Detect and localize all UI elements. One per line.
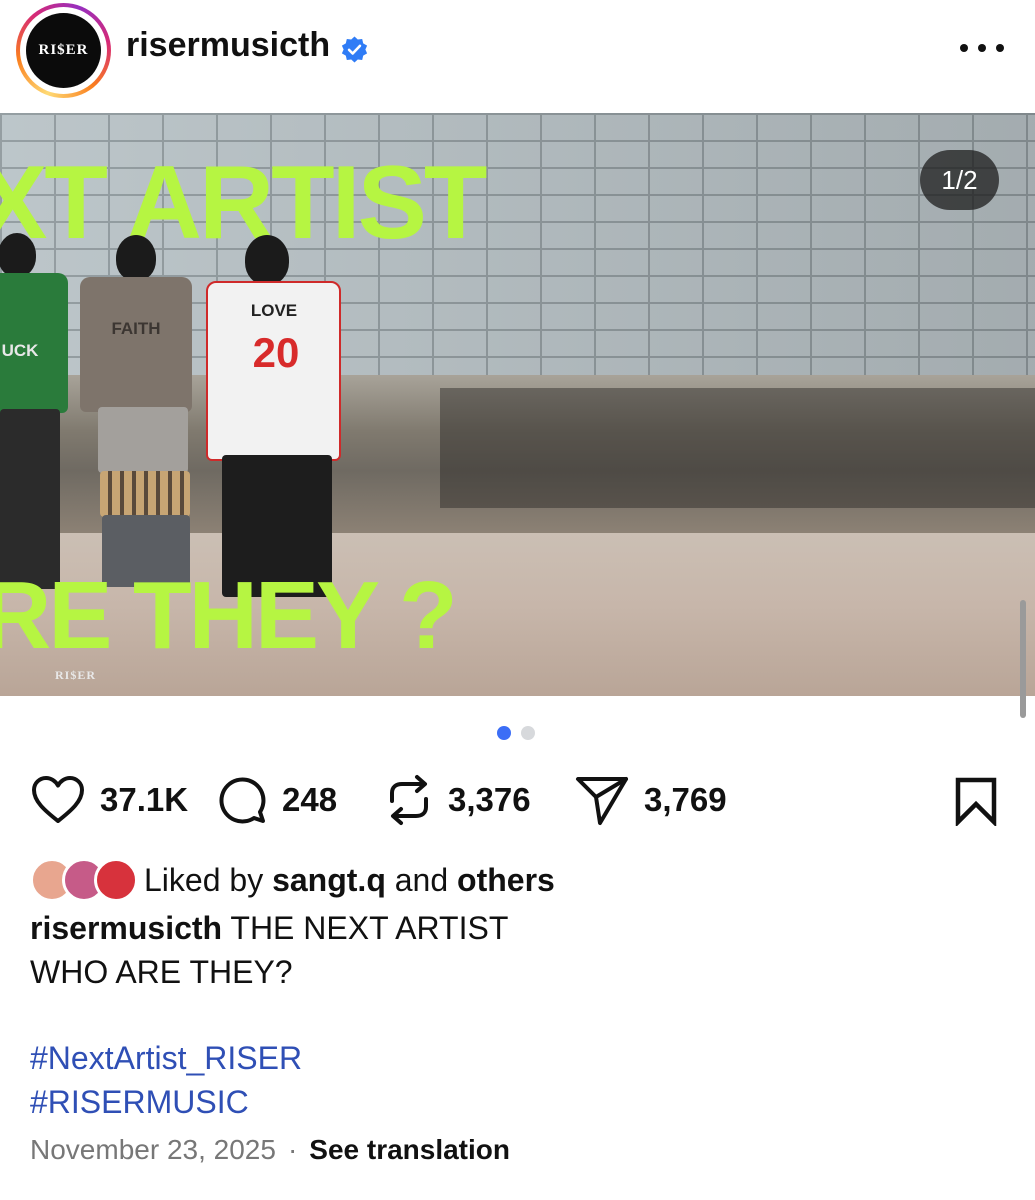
comment-count: 248 xyxy=(282,781,338,818)
image-counter: 1/2 xyxy=(920,150,999,210)
comment-action[interactable]: 248 xyxy=(216,770,337,830)
carousel-dot[interactable] xyxy=(521,726,535,740)
comment-icon[interactable] xyxy=(216,774,268,826)
scrollbar[interactable] xyxy=(1020,600,1026,718)
share-count: 3,769 xyxy=(644,781,727,818)
hashtag-link[interactable]: #NextArtist_RISER xyxy=(30,1036,302,1080)
caption-line-1: THE NEXT ARTIST xyxy=(230,910,509,946)
more-icon[interactable] xyxy=(960,40,1004,56)
liked-by[interactable]: Liked by sangt.q and others xyxy=(30,858,555,902)
share-icon[interactable] xyxy=(574,773,630,827)
person-green-hoodie: UCK xyxy=(0,233,70,593)
image-watermark-logo: RI$ER xyxy=(55,668,97,682)
avatar xyxy=(94,858,138,902)
liked-by-others[interactable]: others xyxy=(457,862,555,898)
post-image[interactable]: XT ARTIST UCK FAITH LOVE 20 RE THEY ? RI… xyxy=(0,113,1035,696)
hashtag-link[interactable]: #RISERMUSIC xyxy=(30,1080,302,1124)
repost-icon[interactable] xyxy=(384,773,434,827)
post-date: November 23, 2025 xyxy=(30,1134,276,1165)
see-translation-link[interactable]: See translation xyxy=(309,1134,510,1166)
avatar-logo: RI$ER xyxy=(38,42,89,58)
hashtags: #NextArtist_RISER #RISERMUSIC xyxy=(30,1036,302,1124)
image-headline-bottom: RE THEY ? xyxy=(0,562,458,669)
heart-icon[interactable] xyxy=(30,775,86,825)
meta-separator: · xyxy=(287,1134,298,1165)
username[interactable]: risermusicth xyxy=(126,26,330,65)
like-action[interactable]: 37.1K xyxy=(30,770,188,830)
bookmark-icon[interactable] xyxy=(952,776,1000,826)
post-header: RI$ER risermusicth xyxy=(0,0,1035,112)
action-bar: 37.1K 248 3,376 3,769 xyxy=(0,770,1035,830)
post-meta: November 23, 2025 · See translation xyxy=(30,1134,510,1166)
person-brown-tee: FAITH xyxy=(78,235,200,595)
person-white-jersey: LOVE 20 xyxy=(200,235,345,601)
repost-action[interactable]: 3,376 xyxy=(384,770,531,830)
carousel-dots xyxy=(497,726,535,740)
verified-icon xyxy=(341,36,368,63)
caption-username[interactable]: risermusicth xyxy=(30,910,222,946)
story-ring[interactable]: RI$ER xyxy=(16,3,111,98)
caption: risermusicth THE NEXT ARTIST WHO ARE THE… xyxy=(30,906,630,994)
carousel-dot-active[interactable] xyxy=(497,726,511,740)
avatar[interactable]: RI$ER xyxy=(26,13,101,88)
liker-avatars xyxy=(30,858,138,902)
liker-username[interactable]: sangt.q xyxy=(272,862,386,898)
like-count: 37.1K xyxy=(100,781,189,818)
caption-line-2: WHO ARE THEY? xyxy=(30,954,293,990)
jersey-number: 20 xyxy=(252,329,300,376)
share-action[interactable]: 3,769 xyxy=(574,770,727,830)
repost-count: 3,376 xyxy=(448,781,531,818)
jersey-word: LOVE xyxy=(250,301,298,320)
